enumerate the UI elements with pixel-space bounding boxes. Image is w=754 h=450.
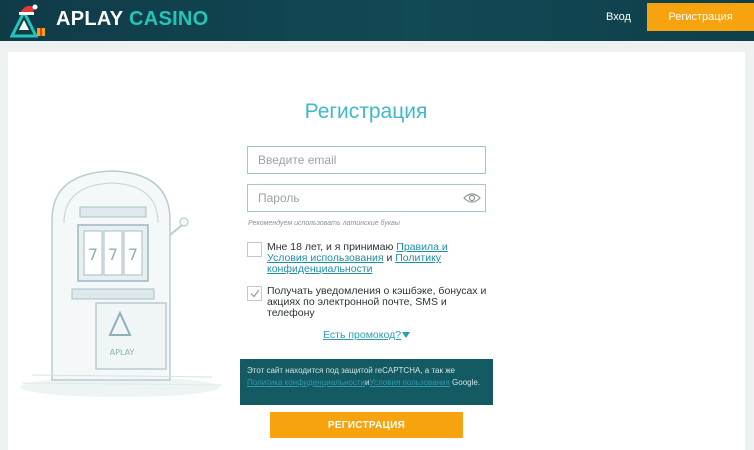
header-register-button[interactable]: Регистрация xyxy=(647,3,754,31)
email-input[interactable] xyxy=(248,147,485,173)
svg-text:7: 7 xyxy=(88,245,98,264)
aplay-logo-icon[interactable] xyxy=(8,2,48,38)
recaptcha-prefix: Этот сайт находится под защитой reCAPTCH… xyxy=(247,366,455,375)
top-header: APLAY CASINO Вход Регистрация xyxy=(0,0,754,41)
recaptcha-suffix: Google. xyxy=(449,378,481,387)
promo-code-link[interactable]: Есть промокод? xyxy=(323,329,401,341)
recaptcha-privacy-link[interactable]: Политика конфиденциальности xyxy=(247,378,365,387)
submit-registration-button[interactable]: РЕГИСТРАЦИЯ xyxy=(270,412,463,438)
recaptcha-notice: Этот сайт находится под защитой reCAPTCH… xyxy=(240,359,493,405)
checkmark-icon xyxy=(250,289,260,298)
age-consent-middle: и xyxy=(383,252,396,264)
svg-text:7: 7 xyxy=(128,245,138,264)
login-link[interactable]: Вход xyxy=(606,11,631,23)
slot-machine-illustration: 7 7 7 APLAY xyxy=(20,170,223,397)
chevron-down-icon[interactable] xyxy=(402,332,410,338)
recaptcha-terms-link[interactable]: Условия пользования xyxy=(370,378,450,387)
notifications-text: Получать уведомления о кэшбэке, бонусах … xyxy=(267,285,487,319)
age-consent-checkbox[interactable] xyxy=(247,242,262,257)
email-field[interactable] xyxy=(247,146,486,174)
brand-name-colored: CASINO xyxy=(128,8,209,30)
brand-name[interactable]: APLAY CASINO xyxy=(56,8,209,31)
slot-machine-label: APLAY xyxy=(110,348,135,357)
eye-icon[interactable] xyxy=(463,192,481,204)
page-title: Регистрация xyxy=(304,100,428,123)
password-input[interactable] xyxy=(248,185,485,211)
svg-text:7: 7 xyxy=(108,245,118,264)
password-field[interactable] xyxy=(247,184,486,212)
brand-name-white: APLAY xyxy=(56,8,124,30)
age-consent-text: Мне 18 лет, и я принимаю Правила и Услов… xyxy=(267,242,487,275)
notifications-checkbox[interactable] xyxy=(247,286,262,301)
password-hint: Рекомендуем использовать латинские буквы xyxy=(248,220,400,227)
